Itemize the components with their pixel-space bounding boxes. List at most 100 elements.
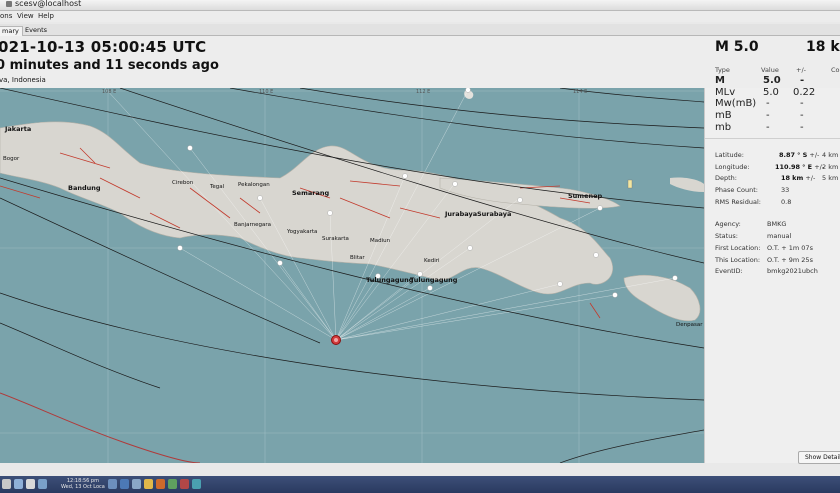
this-location-value: O.T. + 9m 25s <box>767 256 813 264</box>
start-menu-icon[interactable] <box>2 479 11 489</box>
mag-header-count: Co <box>831 66 840 74</box>
file-manager-icon[interactable] <box>14 479 23 489</box>
place-yogyakarta: Yogyakarta <box>287 229 318 235</box>
menu-options[interactable]: ons <box>0 12 12 20</box>
mag-header-value: Value <box>761 66 779 74</box>
mag-row-pm: - <box>800 98 804 109</box>
place-semarang: Semarang <box>292 189 330 197</box>
java-island <box>0 121 613 295</box>
latitude-error: 4 km <box>822 151 839 159</box>
agency-value: BMKG <box>767 220 787 228</box>
network-icon[interactable] <box>120 479 129 489</box>
mag-header-type: Type <box>715 66 730 74</box>
grid-label-110: 110 E <box>259 89 274 95</box>
event-map[interactable]: 108 E 110 E 112 E 114 E Jakarta Bogor Ba… <box>0 88 704 463</box>
taskbar-clock[interactable]: 12:18:56 pm Wed, 13 Oct Loca <box>61 478 105 490</box>
latitude-pm: +/- <box>809 151 820 159</box>
longitude-unit: ° E <box>802 163 813 171</box>
mag-row-type[interactable]: M <box>715 75 725 86</box>
app-icon <box>6 0 12 7</box>
depth-pm: +/- <box>805 174 816 182</box>
rms-label: RMS Residual: <box>715 198 761 206</box>
origin-time: 021-10-13 05:00:45 UTC <box>0 38 207 56</box>
menu-view[interactable]: View <box>17 12 34 20</box>
scrttv-icon[interactable] <box>108 479 117 489</box>
mag-row-value: - <box>766 98 770 109</box>
longitude-error: 2 km <box>822 163 839 171</box>
place-denpasar: Denpasar <box>676 322 703 328</box>
mag-row-value: - <box>766 110 770 121</box>
place-kediri: Kediri <box>424 258 440 264</box>
scesv-icon[interactable] <box>192 479 201 489</box>
event-header: 021-10-13 05:00:45 UTC 0 minutes and 11 … <box>0 36 840 88</box>
window-titlebar[interactable]: scesv@localhost <box>0 0 840 11</box>
marker-yellow <box>627 179 633 189</box>
trench-line-2 <box>559 429 704 463</box>
menubar: ons View Help <box>0 11 840 22</box>
place-tegal: Tegal <box>210 184 225 190</box>
trench-line <box>0 392 201 463</box>
first-location-label: First Location: <box>715 244 761 252</box>
mag-row-pm: - <box>800 110 804 121</box>
mag-row-value: - <box>766 122 770 133</box>
magnitude-headline: M 5.0 <box>715 39 759 55</box>
phase-count-value: 33 <box>781 186 790 194</box>
place-tulungagung-2: Tulungagung <box>410 276 458 284</box>
window-title-text: scesv@localhost <box>15 0 82 8</box>
show-details-button[interactable]: Show Detail <box>798 451 840 464</box>
place-bandung: Bandung <box>68 184 101 192</box>
bali-island <box>623 274 701 322</box>
status-label: Status: <box>715 232 738 240</box>
place-sumenep: Sumenep <box>568 192 603 200</box>
longitude-label: Longitude: <box>715 163 750 171</box>
grid-label-114: 114 E <box>573 89 588 95</box>
menu-help[interactable]: Help <box>38 12 54 20</box>
map-canvas <box>0 88 704 463</box>
mag-row-value: 5.0 <box>763 75 781 86</box>
status-value: manual <box>767 232 792 240</box>
folder-icon[interactable] <box>144 479 153 489</box>
this-location-label: This Location: <box>715 256 761 264</box>
place-surabaya: Surabaya <box>477 210 512 218</box>
depth-label: Depth: <box>715 174 737 182</box>
place-pekalongan: Pekalongan <box>238 182 270 188</box>
tab-summary[interactable]: mary <box>0 26 23 36</box>
tab-events[interactable]: Events <box>22 26 50 35</box>
place-madiun: Madiun <box>370 238 391 244</box>
mag-row-pm: - <box>800 75 805 86</box>
event-id-label: EventID: <box>715 267 743 275</box>
region-name: va, Indonesia <box>0 76 46 84</box>
agency-label: Agency: <box>715 220 741 228</box>
epicenter-core <box>334 338 338 342</box>
place-bogor: Bogor <box>3 156 20 162</box>
time-ago: 0 minutes and 11 seconds ago <box>0 58 219 73</box>
scolv-icon[interactable] <box>180 479 189 489</box>
phase-count-label: Phase Count: <box>715 186 758 194</box>
event-id-value: bmkg2021ubch <box>767 267 818 275</box>
panel-divider <box>705 138 840 139</box>
mag-row-pm: 0.22 <box>793 87 816 98</box>
depth-headline: 18 km <box>806 39 840 55</box>
mag-row-type[interactable]: MLv <box>715 87 735 98</box>
rms-value: 0.8 <box>781 198 792 206</box>
window-title: scesv@localhost <box>6 0 81 8</box>
mag-row-type[interactable]: mB <box>715 110 732 121</box>
chat-icon[interactable] <box>132 479 141 489</box>
mag-row-type[interactable]: Mw(mB) <box>715 98 756 109</box>
grid-label-108: 108 E <box>102 89 117 95</box>
place-cirebon: Cirebon <box>172 180 194 186</box>
mag-row-type[interactable]: mb <box>715 122 731 133</box>
place-tulungagung: Tulungagung <box>366 276 414 284</box>
latitude-value: 8.87 <box>779 151 796 159</box>
place-blitar: Blitar <box>350 255 365 261</box>
tab-bar: mary Events <box>0 24 840 36</box>
longitude-value: 110.98 <box>775 163 801 171</box>
kangean-island <box>670 177 704 192</box>
terminal-icon[interactable] <box>26 479 35 489</box>
seiscomp-icon[interactable] <box>168 479 177 489</box>
event-info-panel: Type Value +/- Co M 5.0 - MLv 5.0 0.22 M… <box>704 66 840 463</box>
mail-icon[interactable] <box>156 479 165 489</box>
latitude-unit: ° S <box>797 151 808 159</box>
mag-header-pm: +/- <box>796 66 806 74</box>
browser-icon[interactable] <box>38 479 47 489</box>
